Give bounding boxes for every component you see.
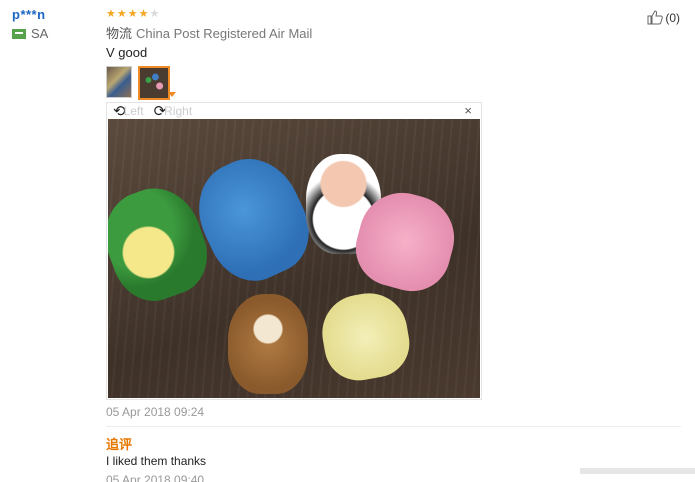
- country-code: SA: [31, 26, 49, 41]
- photo-thumbnail[interactable]: [106, 66, 132, 98]
- star-icon: ★: [106, 8, 116, 20]
- followup-title: 追评: [106, 437, 133, 452]
- star-icon: ★: [116, 8, 127, 20]
- star-empty-icon: ★: [149, 8, 160, 20]
- review-date: 05 Apr 2018 09:24: [106, 405, 205, 419]
- star-icon: ★: [138, 8, 149, 20]
- country-flag-icon: [12, 28, 26, 39]
- review-body: ★ ★ ★ ★ ★ 物流 China Post Registered Air Ma…: [106, 8, 681, 482]
- selected-pointer-icon: [168, 92, 176, 97]
- rotate-right-label[interactable]: Right: [164, 104, 192, 118]
- followup-comment: I liked them thanks: [106, 454, 207, 468]
- reviewer-country: SA: [12, 26, 48, 41]
- photo-thumbnails: [106, 66, 681, 100]
- sheep-puppet: [316, 287, 415, 386]
- photo-viewer: ⟲ Left ⟳ Right ×: [106, 102, 482, 400]
- star-icon: ★: [127, 8, 138, 20]
- rotate-left-label[interactable]: Left: [124, 104, 144, 118]
- reviewer-name[interactable]: p***n: [12, 7, 48, 22]
- followup-date: 05 Apr 2018 09:40: [106, 473, 205, 482]
- star-rating: ★ ★ ★ ★ ★: [106, 8, 681, 21]
- photo-thumbnail-selected[interactable]: [138, 66, 170, 100]
- logistics-label: 物流: [106, 26, 133, 41]
- horizontal-scrollbar[interactable]: [580, 468, 695, 474]
- dog-puppet: [228, 294, 308, 394]
- reviewer: p***n SA: [12, 7, 48, 41]
- logistics-info: 物流 China Post Registered Air Mail: [106, 23, 681, 42]
- logistics-value: China Post Registered Air Mail: [136, 26, 313, 41]
- divider: [106, 426, 681, 427]
- close-icon[interactable]: ×: [464, 103, 472, 118]
- viewer-toolbar: ⟲ Left ⟳ Right: [107, 103, 481, 120]
- review-comment: V good: [106, 45, 148, 60]
- review-photo: [108, 119, 480, 398]
